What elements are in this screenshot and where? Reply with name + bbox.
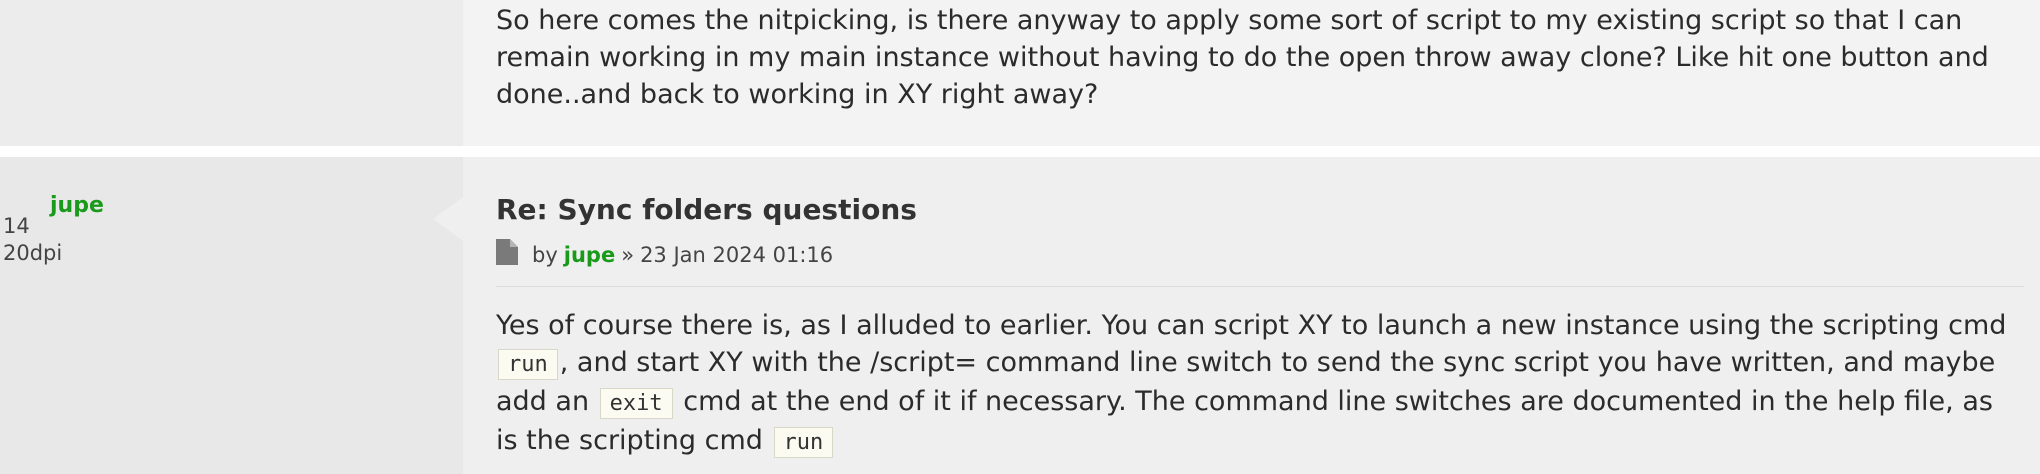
inline-code-exit: exit <box>599 388 673 419</box>
meta-separator: » <box>621 242 635 267</box>
reply-post: jupe 14 20dpi Re: Sync folders questions… <box>0 157 2040 474</box>
previous-post-text: So here comes the nitpicking, is there a… <box>496 5 1989 110</box>
body-text-1: Yes of course there is, as I alluded to … <box>496 310 2007 341</box>
inline-code-run: run <box>498 349 558 380</box>
author-username-link[interactable]: jupe <box>50 193 104 218</box>
previous-post-sidebar <box>0 0 463 146</box>
post-title-link[interactable]: Re: Sync folders questions <box>496 193 917 226</box>
post-body: Yes of course there is, as I alluded to … <box>496 307 2020 461</box>
document-icon[interactable] <box>496 239 532 270</box>
post-datetime: 23 Jan 2024 01:16 <box>640 242 834 267</box>
profile-line-2: 20dpi <box>3 241 63 265</box>
meta-by-label: by <box>532 242 558 267</box>
post-separator <box>0 146 2040 157</box>
previous-post: So here comes the nitpicking, is there a… <box>0 0 2040 146</box>
profile-line-1: 14 <box>3 214 30 238</box>
meta-author-link[interactable]: jupe <box>564 243 615 267</box>
post-author-sidebar: jupe 14 20dpi <box>0 157 463 474</box>
sidebar-pointer <box>433 197 463 241</box>
title-divider <box>496 286 2024 287</box>
inline-code-run-2: run <box>773 427 834 458</box>
body-text-3: cmd at the end of it if necessary. The c… <box>496 386 1993 456</box>
post-meta: by jupe » 23 Jan 2024 01:16 <box>496 239 833 270</box>
